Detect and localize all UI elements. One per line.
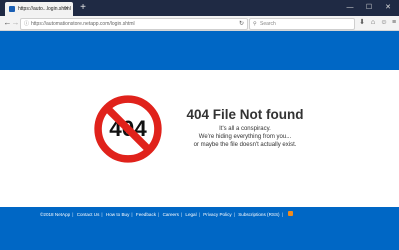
close-tab-icon[interactable]: ✕ bbox=[64, 2, 69, 16]
tab-strip: https://auto...login.shtml ✕ + — ☐ ✕ bbox=[0, 0, 399, 16]
footer-link-how-to-buy[interactable]: How to Buy bbox=[106, 212, 130, 217]
page-content: 404 404 File Not found It's all a conspi… bbox=[0, 31, 399, 250]
new-tab-icon[interactable]: + bbox=[78, 2, 88, 14]
footer-link-feedback[interactable]: Feedback bbox=[136, 212, 156, 217]
netapp-favicon-icon bbox=[9, 6, 15, 12]
search-icon: ⚲ bbox=[253, 21, 257, 27]
search-placeholder: Search bbox=[260, 21, 276, 27]
footer-link-subscriptions[interactable]: Subscriptions (RSS) bbox=[238, 212, 279, 217]
close-window-icon[interactable]: ✕ bbox=[381, 0, 395, 16]
error-line-1: It's all a conspiracy. bbox=[219, 126, 271, 132]
downloads-icon[interactable]: ⬇ bbox=[357, 17, 367, 29]
address-url[interactable]: https://automationstore.netapp.com/login… bbox=[31, 19, 135, 29]
footer-copyright: ©2018 NetApp bbox=[40, 212, 71, 217]
footer-link-privacy-policy[interactable]: Privacy Policy bbox=[203, 212, 232, 217]
maximize-icon[interactable]: ☐ bbox=[362, 0, 376, 16]
info-icon[interactable]: ⓘ bbox=[24, 19, 29, 29]
error-line-2: We're hiding everything from you... bbox=[198, 134, 292, 140]
footer-link-contact-us[interactable]: Contact Us bbox=[77, 212, 100, 217]
error-title: 404 File Not found bbox=[186, 107, 304, 122]
navigation-toolbar: ← → ⓘ https://automationstore.netapp.com… bbox=[0, 16, 399, 31]
prohibition-404-logo: 404 bbox=[94, 95, 162, 163]
footer-link-legal[interactable]: Legal bbox=[185, 212, 196, 217]
footer-link-careers[interactable]: Careers bbox=[163, 212, 179, 217]
footer-links: ©2018 NetApp | Contact Us | How to Buy | Fe… bbox=[40, 211, 294, 220]
address-bar[interactable]: ⓘ https://automationstore.netapp.com/log… bbox=[20, 18, 248, 30]
menu-icon[interactable]: ≡ bbox=[389, 17, 399, 29]
home-icon[interactable]: ⌂ bbox=[368, 17, 378, 29]
search-box[interactable]: ⚲ Search bbox=[249, 18, 355, 30]
error-line-3: or maybe the file doesn't actually exist… bbox=[193, 142, 297, 148]
browser-window: https://auto...login.shtml ✕ + — ☐ ✕ ← →… bbox=[0, 0, 399, 250]
tab-title: https://auto...login.shtml bbox=[18, 6, 71, 12]
reload-icon[interactable]: ↻ bbox=[239, 19, 244, 29]
smiley-icon[interactable]: ☺ bbox=[379, 17, 389, 29]
minimize-icon[interactable]: — bbox=[343, 0, 357, 16]
browser-tab[interactable]: https://auto...login.shtml ✕ bbox=[5, 2, 73, 16]
rss-icon[interactable] bbox=[288, 211, 294, 217]
header-banner bbox=[0, 31, 399, 70]
